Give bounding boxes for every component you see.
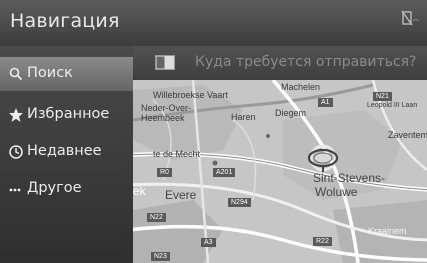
map-label: Haren — [231, 112, 256, 122]
road-shield: N22 — [147, 213, 166, 222]
road-shield: N23 — [151, 252, 170, 261]
map-label: Woluwe — [315, 185, 358, 199]
map-label: Willebroekse Vaart — [153, 90, 228, 100]
sidebar-item-search[interactable]: Поиск — [0, 57, 133, 91]
map-label: te de Mecht — [153, 149, 201, 159]
more-icon — [9, 188, 21, 192]
search-placeholder: Куда требуется отправиться? — [195, 54, 417, 70]
road-shield: N21 — [373, 92, 392, 101]
road-shield: N294 — [228, 198, 251, 207]
road-shield: A201 — [213, 168, 236, 177]
sidebar-item-favorites[interactable]: Избранное — [0, 98, 133, 132]
map-label: Zaventem — [388, 130, 427, 140]
map-label: Heembeek — [141, 113, 185, 123]
road-shield: A3 — [201, 238, 216, 247]
map-label: Evere — [165, 188, 197, 202]
sidebar-item-label: Недавнее — [27, 143, 102, 159]
road-shield: R0 — [157, 168, 172, 177]
map-label: Leopold III Laan — [367, 102, 418, 109]
map-label: Machelen — [281, 82, 321, 92]
map-label: Kraainem — [368, 226, 407, 236]
road-shield: R22 — [313, 237, 332, 246]
navigation-screen: Навигация Поиск Избранное Недавнее Друго… — [0, 0, 427, 263]
destination-search-field[interactable]: Куда требуется отправиться? — [133, 46, 427, 80]
sidebar-item-label: Поиск — [27, 65, 73, 81]
no-signal-icon — [401, 10, 419, 26]
sidebar-item-label: Другое — [27, 180, 82, 196]
clock-icon — [9, 145, 23, 159]
sidebar-item-other[interactable]: Другое — [0, 172, 133, 206]
sidebar: Поиск Избранное Недавнее Другое — [0, 46, 133, 263]
sidebar-item-recent[interactable]: Недавнее — [0, 135, 133, 169]
map-label: Sint-Stevens- — [313, 171, 386, 185]
map-label: Neder-Over- — [141, 103, 192, 113]
map-view[interactable]: Willebroekse Vaart Neder-Over- Heembeek … — [133, 80, 427, 263]
title-bar: Навигация — [0, 0, 427, 46]
search-icon — [9, 67, 23, 81]
sidebar-item-label: Избранное — [27, 106, 110, 122]
star-icon — [9, 108, 23, 122]
keyboard-icon — [155, 55, 175, 70]
map-label: ek — [133, 184, 146, 198]
page-title: Навигация — [10, 10, 120, 32]
map-label: Diegem — [275, 108, 307, 118]
road-shield: A1 — [318, 98, 333, 107]
